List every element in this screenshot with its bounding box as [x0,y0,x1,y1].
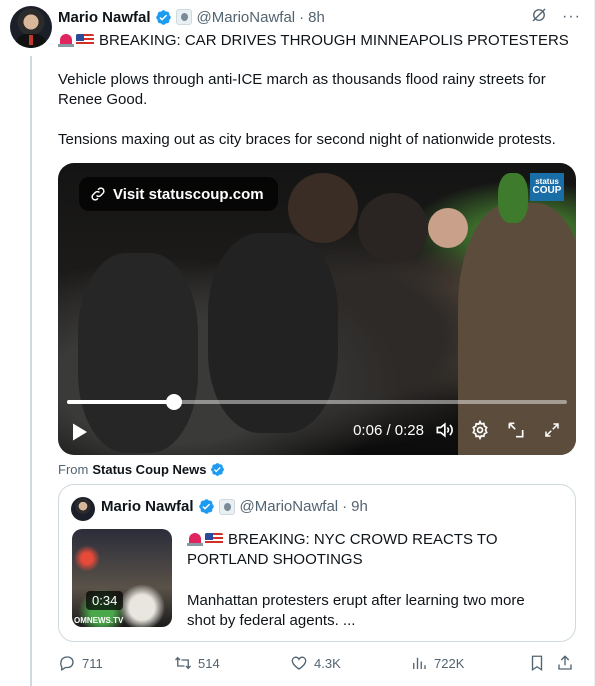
bookmark-icon [531,655,543,672]
verified-badge-icon[interactable] [155,9,172,26]
link-icon [91,187,105,201]
views-bar-chart-icon [413,657,426,669]
quoted-headline: BREAKING: NYC CROWD REACTS TO PORTLAND S… [187,531,498,568]
siren-emoji-icon [58,33,74,47]
quoted-body: Manhattan protesters erupt after learnin… [187,592,525,629]
post-paragraph-1: Vehicle plows through anti-ICE march as … [58,71,546,108]
repost-icon [175,656,191,670]
fullscreen-icon[interactable] [542,420,562,440]
quoted-author-handle: @MarioNawfal [239,498,339,515]
quoted-affiliate-badge-icon [218,498,235,515]
logo-line-2: COUP [532,185,562,196]
video-player[interactable]: Visit statuscoup.com status COUP 0:06 / … [58,163,576,455]
video-figure [78,253,198,453]
settings-gear-icon[interactable] [470,420,490,440]
more-options-icon[interactable]: ··· [562,8,581,26]
siren-emoji-icon [187,532,203,546]
thread-line [30,56,32,686]
video-source: From Status Coup News [58,462,225,477]
heart-icon [291,656,307,670]
quoted-video-watermark: OMNEWS.TV [74,616,124,625]
bookmark-button[interactable] [528,654,546,672]
video-figure [498,173,528,223]
source-prefix: From [58,462,89,477]
video-figure [458,203,576,455]
quoted-author-name: Mario Nawfal [101,498,194,515]
grok-icon[interactable] [530,6,548,28]
headline-line: BREAKING: CAR DRIVES THROUGH MINNEAPOLIS… [58,31,581,51]
visit-site-link[interactable]: Visit statuscoup.com [79,177,278,211]
reply-button[interactable]: 711 [58,654,103,672]
source-verified-icon [210,462,225,477]
pop-out-icon[interactable] [506,420,526,440]
like-button[interactable]: 4.3K [290,654,341,672]
video-figure [358,193,428,263]
quoted-post-header: Mario Nawfal @MarioNawfal · 9h [101,498,368,515]
views-button[interactable]: 722K [410,654,464,672]
view-count: 722K [434,655,465,671]
video-progress-bar[interactable] [67,394,567,410]
quoted-post-time: 9h [351,498,368,515]
affiliate-badge-icon[interactable] [175,9,192,25]
quoted-verified-badge-icon [198,498,215,515]
video-progress-handle[interactable] [166,394,182,410]
post-time[interactable]: 8h [308,9,325,26]
video-figure [288,173,358,243]
reply-icon [60,656,74,671]
volume-icon[interactable] [434,420,454,440]
video-figure [428,208,468,248]
quoted-video-thumbnail: 0:34 OMNEWS.TV [72,529,172,627]
play-icon[interactable] [71,422,89,447]
quoted-headline-line: BREAKING: NYC CROWD REACTS TO PORTLAND S… [187,530,557,570]
us-flag-emoji-icon [76,34,94,46]
video-progress-fill [67,400,174,404]
quoted-author-avatar [71,497,95,521]
share-icon [558,655,572,670]
post-paragraph-2: Tensions maxing out as city braces for s… [58,131,556,148]
author-name[interactable]: Mario Nawfal [58,9,151,26]
reply-count: 711 [82,655,103,671]
post-header: Mario Nawfal @MarioNawfal · 8h ··· [58,6,581,28]
source-name[interactable]: Status Coup News [92,462,206,477]
header-actions: ··· [530,6,581,28]
post-actions-bar: 711 514 4.3K 722K [58,654,581,674]
video-controls [434,420,562,440]
author-avatar[interactable] [10,6,52,48]
like-count: 4.3K [314,655,341,671]
author-handle[interactable]: @MarioNawfal [197,9,296,26]
repost-count: 514 [198,655,220,671]
quoted-video-duration: 0:34 [86,591,124,610]
repost-button[interactable]: 514 [174,654,220,672]
separator-dot: · [299,8,305,26]
video-time: 0:06 / 0:28 [353,422,424,439]
post-headline: BREAKING: CAR DRIVES THROUGH MINNEAPOLIS… [99,32,569,49]
visit-site-label: Visit statuscoup.com [113,185,264,203]
us-flag-emoji-icon [205,533,223,545]
statuscoup-logo: status COUP [530,173,564,201]
avatar-tie [29,35,33,45]
share-button[interactable] [556,654,574,672]
quoted-separator-dot: · [342,498,348,515]
quoted-post[interactable]: Mario Nawfal @MarioNawfal · 9h 0:34 OMNE… [58,484,576,642]
